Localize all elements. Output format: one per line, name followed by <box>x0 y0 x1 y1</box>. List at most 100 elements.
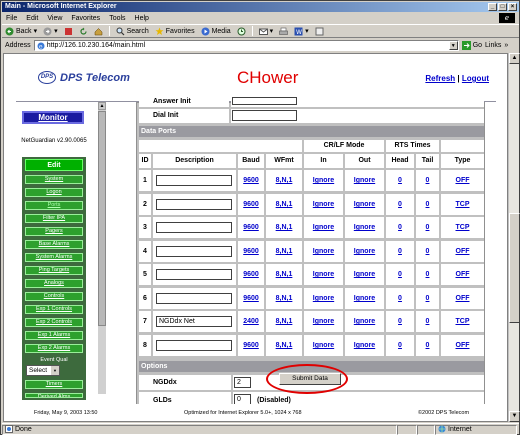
nav-derived-alarms[interactable]: Derived Alms <box>25 393 83 398</box>
nav-exp2-alarms[interactable]: Exp 2 Alarms <box>25 344 83 353</box>
nav-exp2-controls[interactable]: Exp 2 Controls <box>25 318 83 327</box>
scroll-up-icon[interactable]: ▲ <box>509 53 520 64</box>
wfmt-link[interactable]: 8,N,1 <box>276 177 293 184</box>
type-link[interactable]: TCP <box>456 224 470 231</box>
type-link[interactable]: TCP <box>456 318 470 325</box>
baud-link[interactable]: 9600 <box>243 248 259 255</box>
address-dropdown-icon[interactable]: ▼ <box>448 41 458 50</box>
description-input[interactable] <box>156 222 232 233</box>
ngddx-input[interactable]: 2 <box>234 377 251 388</box>
in-link[interactable]: Ignore <box>313 295 334 302</box>
nav-exp1-controls[interactable]: Exp 1 Controls <box>25 305 83 314</box>
description-input[interactable] <box>156 340 232 351</box>
out-link[interactable]: Ignore <box>354 224 375 231</box>
head-link[interactable]: 0 <box>398 177 402 184</box>
head-link[interactable]: 0 <box>398 224 402 231</box>
favorites-button[interactable]: Favorites <box>155 27 195 36</box>
tail-link[interactable]: 0 <box>426 271 430 278</box>
type-link[interactable]: TCP <box>456 201 470 208</box>
out-link[interactable]: Ignore <box>354 342 375 349</box>
go-button[interactable]: Go <box>461 41 482 50</box>
tail-link[interactable]: 0 <box>426 295 430 302</box>
baud-link[interactable]: 9600 <box>243 201 259 208</box>
page-scroll-thumb[interactable] <box>509 213 520 323</box>
forward-button[interactable]: ▾ <box>43 27 58 36</box>
mail-button[interactable]: ▾ <box>258 27 273 36</box>
media-button[interactable]: Media <box>201 27 231 36</box>
baud-link[interactable]: 9600 <box>243 224 259 231</box>
wfmt-link[interactable]: 8,N,1 <box>276 318 293 325</box>
menu-help[interactable]: Help <box>135 15 149 22</box>
nav-exp1-alarms[interactable]: Exp 1 Alarms <box>25 331 83 340</box>
in-link[interactable]: Ignore <box>313 342 334 349</box>
tail-link[interactable]: 0 <box>426 224 430 231</box>
discuss-button[interactable] <box>315 27 324 36</box>
answer-init-input[interactable] <box>232 97 297 105</box>
home-button[interactable] <box>94 27 103 36</box>
in-link[interactable]: Ignore <box>313 201 334 208</box>
dial-init-input[interactable] <box>232 110 297 121</box>
tail-link[interactable]: 0 <box>426 342 430 349</box>
wfmt-link[interactable]: 8,N,1 <box>276 295 293 302</box>
nav-controls[interactable]: Controls <box>25 292 83 301</box>
baud-link[interactable]: 9600 <box>243 177 259 184</box>
description-input[interactable] <box>156 293 232 304</box>
event-qual-select[interactable]: Select ▼ <box>26 365 60 376</box>
menu-favorites[interactable]: Favorites <box>71 15 100 22</box>
scroll-down-icon[interactable]: ▼ <box>509 411 520 422</box>
nav-analogs[interactable]: Analogs <box>25 279 83 288</box>
menu-file[interactable]: File <box>6 15 17 22</box>
nav-ports[interactable]: Ports <box>25 201 83 210</box>
refresh-button[interactable] <box>79 27 88 36</box>
maximize-button[interactable]: □ <box>498 3 507 11</box>
head-link[interactable]: 0 <box>398 271 402 278</box>
baud-link[interactable]: 9600 <box>243 295 259 302</box>
tail-link[interactable]: 0 <box>426 248 430 255</box>
logout-link[interactable]: Logout <box>462 74 489 83</box>
menu-edit[interactable]: Edit <box>26 15 38 22</box>
search-button[interactable]: Search <box>116 27 149 36</box>
print-button[interactable] <box>279 27 288 36</box>
history-button[interactable] <box>237 27 246 36</box>
description-input[interactable]: NGDdx Net <box>156 316 232 327</box>
nav-timers[interactable]: Timers <box>25 380 83 389</box>
nav-pagers[interactable]: Pagers <box>25 227 83 236</box>
sidebar-scroll-thumb[interactable] <box>98 111 106 326</box>
menu-tools[interactable]: Tools <box>109 15 125 22</box>
wfmt-link[interactable]: 8,N,1 <box>276 201 293 208</box>
back-button[interactable]: Back ▾ <box>5 27 37 36</box>
out-link[interactable]: Ignore <box>354 271 375 278</box>
links-button[interactable]: Links <box>485 42 501 49</box>
edit-page-button[interactable]: W ▾ <box>294 27 309 36</box>
type-link[interactable]: OFF <box>456 271 470 278</box>
baud-link[interactable]: 9600 <box>243 271 259 278</box>
head-link[interactable]: 0 <box>398 342 402 349</box>
head-link[interactable]: 0 <box>398 201 402 208</box>
description-input[interactable] <box>156 199 232 210</box>
type-link[interactable]: OFF <box>456 342 470 349</box>
type-link[interactable]: OFF <box>456 177 470 184</box>
head-link[interactable]: 0 <box>398 248 402 255</box>
stop-button[interactable] <box>64 27 73 36</box>
wfmt-link[interactable]: 8,N,1 <box>276 342 293 349</box>
links-chevron-icon[interactable]: » <box>504 42 508 49</box>
type-link[interactable]: OFF <box>456 295 470 302</box>
head-link[interactable]: 0 <box>398 295 402 302</box>
nav-system[interactable]: System <box>25 175 83 184</box>
nav-system-alarms[interactable]: System Alarms <box>25 253 83 262</box>
wfmt-link[interactable]: 8,N,1 <box>276 224 293 231</box>
out-link[interactable]: Ignore <box>354 201 375 208</box>
wfmt-link[interactable]: 8,N,1 <box>276 248 293 255</box>
tail-link[interactable]: 0 <box>426 177 430 184</box>
description-input[interactable] <box>156 246 232 257</box>
refresh-link[interactable]: Refresh <box>425 74 455 83</box>
monitor-button[interactable]: Monitor <box>22 111 84 124</box>
out-link[interactable]: Ignore <box>354 177 375 184</box>
close-button[interactable]: × <box>508 3 517 11</box>
tail-link[interactable]: 0 <box>426 318 430 325</box>
in-link[interactable]: Ignore <box>313 224 334 231</box>
in-link[interactable]: Ignore <box>313 318 334 325</box>
nav-ping-targets[interactable]: Ping Targets <box>25 266 83 275</box>
nav-filter-ipa[interactable]: Filter IPA <box>25 214 83 223</box>
head-link[interactable]: 0 <box>398 318 402 325</box>
